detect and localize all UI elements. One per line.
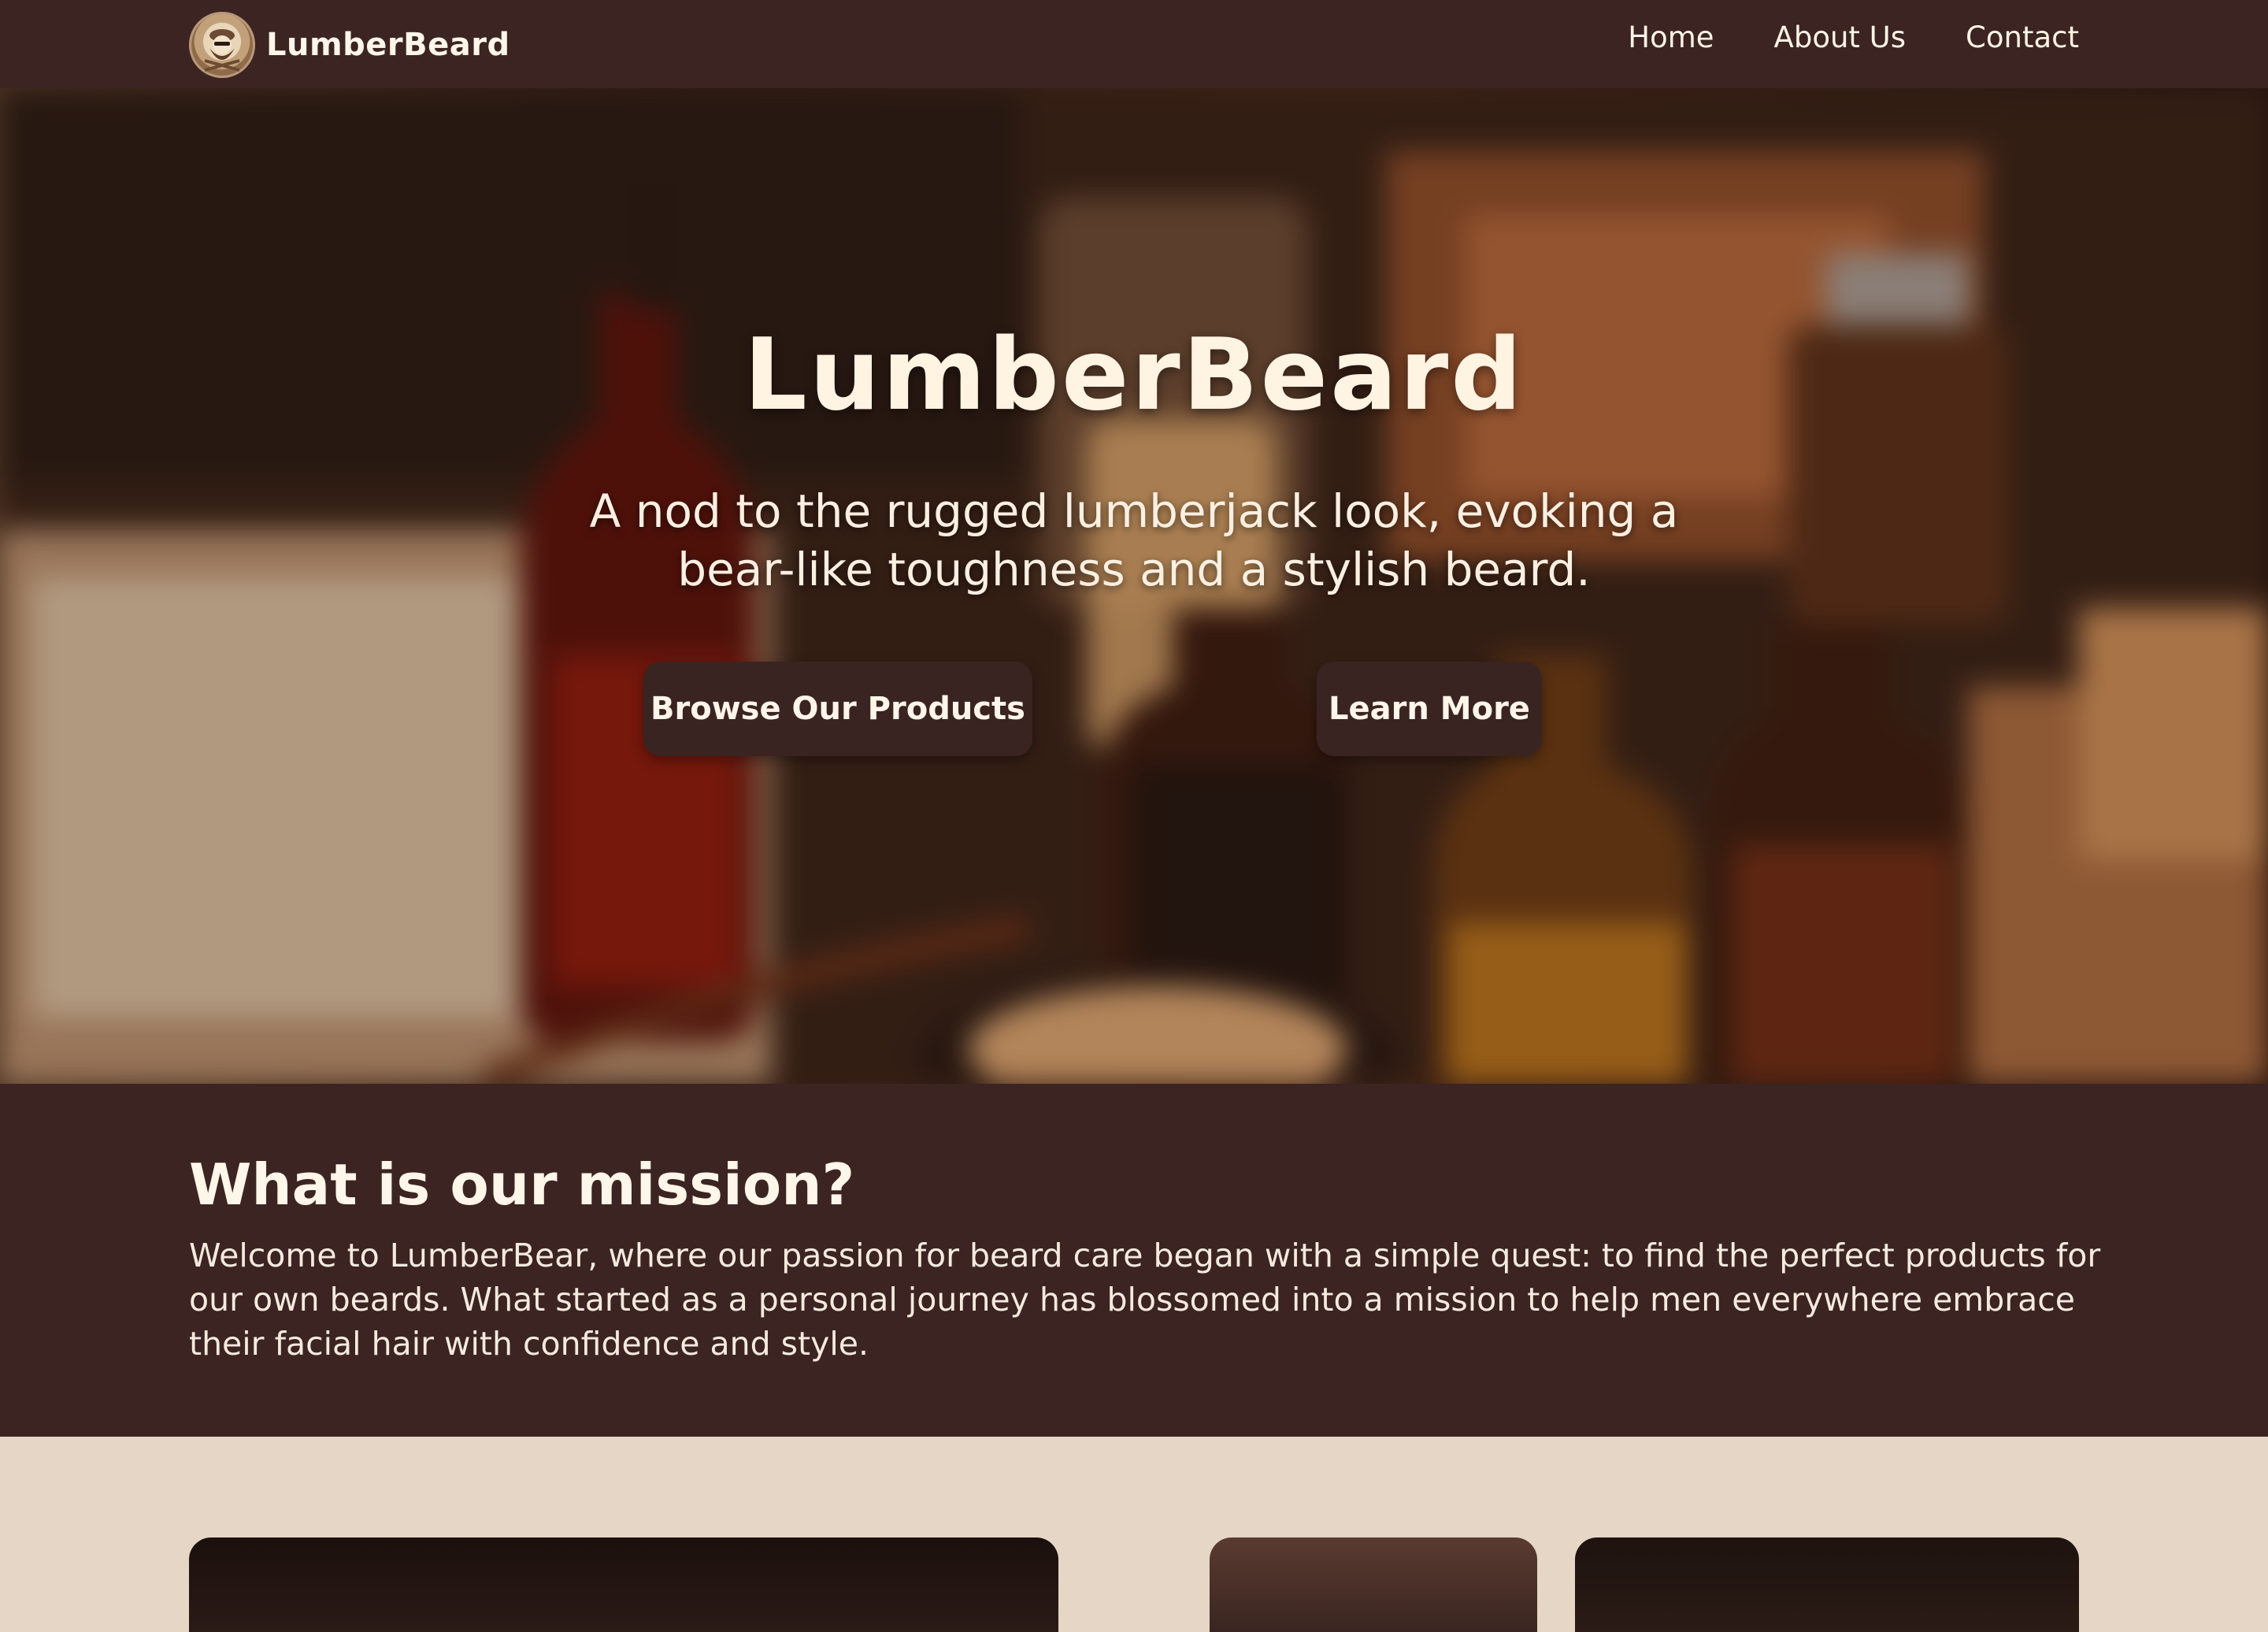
product-card-3[interactable]	[1575, 1537, 2079, 1632]
bearded-man-logo-icon	[189, 12, 255, 78]
hero-section: LumberBeard A nod to the rugged lumberja…	[0, 88, 2268, 1084]
product-card-2[interactable]	[1210, 1537, 1537, 1632]
hero-subtitle: A nod to the rugged lumberjack look, evo…	[589, 484, 1679, 596]
nav-link-home[interactable]: Home	[1628, 20, 1714, 54]
featured-cards-section	[0, 1437, 2268, 1632]
product-card-1[interactable]	[189, 1537, 1058, 1632]
nav-link-contact[interactable]: Contact	[1966, 20, 2079, 54]
brand-name: LumberBeard	[266, 27, 510, 63]
browse-products-button[interactable]: Browse Our Products	[643, 662, 1032, 756]
nav-link-about-us[interactable]: About Us	[1774, 20, 1907, 54]
brand[interactable]: LumberBeard	[189, 11, 510, 79]
learn-more-button[interactable]: Learn More	[1317, 662, 1542, 756]
mission-text: Welcome to LumberBear, where our passion…	[189, 1237, 2101, 1363]
hero-title: LumberBeard	[743, 317, 1525, 432]
mission-title: What is our mission?	[189, 1152, 855, 1218]
nav-links: Home About Us Contact	[1628, 20, 2079, 54]
navbar: LumberBeard Home About Us Contact	[0, 0, 2268, 88]
mission-section: What is our mission? Welcome to LumberBe…	[0, 1084, 2268, 1437]
